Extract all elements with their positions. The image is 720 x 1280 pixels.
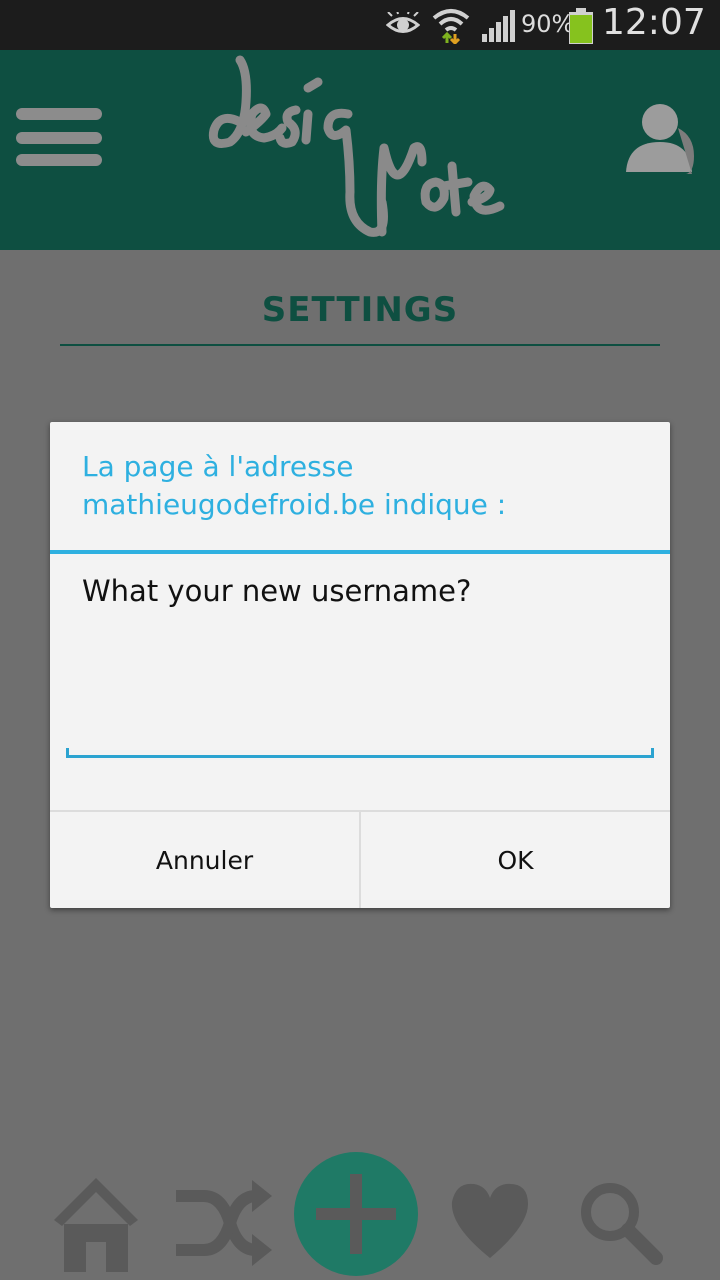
clock: 12:07 [602, 2, 706, 43]
shuffle-icon[interactable] [174, 1178, 274, 1268]
prompt-dialog: La page à l'adresse mathieugodefroid.be … [50, 422, 670, 908]
input-underline-tick-right [651, 748, 654, 758]
eye-icon [386, 12, 420, 33]
status-bar: 90% 12:07 [0, 0, 720, 50]
input-underline-tick-left [66, 748, 69, 758]
page-title: SETTINGS [261, 290, 459, 330]
bottom-nav [0, 1150, 720, 1280]
home-icon[interactable] [50, 1172, 142, 1272]
hamburger-menu-icon[interactable] [16, 108, 102, 168]
ok-button[interactable]: OK [361, 812, 670, 908]
username-input[interactable] [66, 702, 654, 758]
input-underline [66, 755, 654, 758]
dialog-divider [50, 550, 670, 554]
battery-percent: 90% [521, 10, 575, 38]
dialog-button-bar: Annuler OK [50, 810, 670, 910]
dialog-title-line2: mathieugodefroid.be indique : [82, 488, 507, 521]
designote-logo [208, 55, 505, 237]
dialog-title-line1: La page à l'adresse [82, 450, 354, 483]
dialog-title: La page à l'adresse mathieugodefroid.be … [82, 448, 642, 524]
add-icon[interactable] [292, 1150, 420, 1278]
dialog-message: What your new username? [82, 574, 472, 608]
title-underline [60, 344, 660, 346]
search-icon[interactable] [576, 1178, 664, 1266]
user-avatar-icon[interactable] [624, 100, 696, 176]
cancel-button[interactable]: Annuler [50, 812, 359, 908]
wifi-icon [432, 9, 470, 44]
signal-icon [482, 10, 515, 42]
heart-icon[interactable] [448, 1180, 532, 1260]
battery-icon [569, 8, 593, 44]
